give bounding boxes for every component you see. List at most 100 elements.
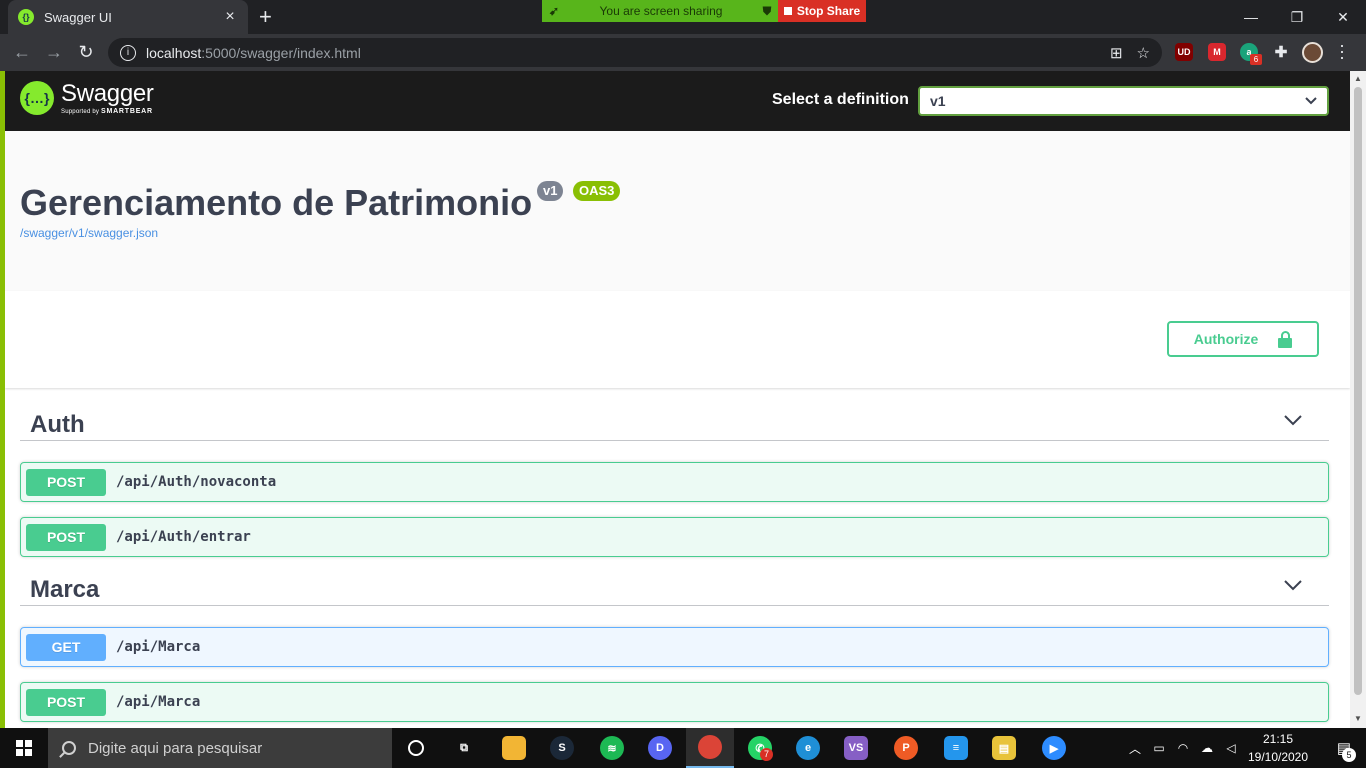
start-button[interactable] (0, 728, 48, 768)
close-window-button[interactable]: ✕ (1320, 0, 1366, 34)
app-yellow-taskbar-button[interactable]: ▤ (980, 728, 1028, 768)
chrome-taskbar-button[interactable] (686, 728, 734, 768)
ublock-extension-icon[interactable]: UD (1175, 43, 1193, 61)
stop-icon (783, 7, 792, 15)
whatsapp-badge: 7 (760, 748, 773, 761)
scroll-down-icon[interactable]: ▼ (1350, 714, 1366, 723)
whatsapp-taskbar-button[interactable]: ✆ (736, 728, 784, 768)
bookmark-star-icon[interactable]: ☆ (1137, 44, 1150, 62)
search-placeholder: Digite aqui para pesquisar (88, 739, 263, 757)
spotify-taskbar-button[interactable]: ≋ (588, 728, 636, 768)
cortana-icon[interactable] (392, 728, 440, 768)
clock-time: 21:15 (1262, 732, 1294, 746)
method-badge: GET (26, 633, 106, 661)
puzzle-extensions-icon[interactable]: ✚ (1272, 43, 1290, 61)
tag-marca-header[interactable]: Marca (20, 561, 1329, 606)
docker-taskbar-button[interactable]: ≡ (932, 728, 980, 768)
smartbear-text: SMARTBEAR (100, 107, 153, 115)
definition-label: Select a definition (772, 91, 909, 108)
url-path: :5000/swagger/index.html (201, 44, 361, 61)
swagger-logo[interactable]: {…} Swagger Supported by SMARTBEAR (20, 81, 154, 115)
windows-logo-icon (16, 740, 32, 756)
windows-taskbar: Digite aqui para pesquisar ⧉ S ≋ D ✆ e VS P ≡ ▤ ▶ … (0, 728, 1366, 768)
edge-icon: e (796, 736, 820, 760)
postman-taskbar-button[interactable]: P (882, 728, 930, 768)
task-view-icon: ⧉ (452, 736, 476, 760)
stop-share-label: Stop Share (796, 4, 861, 18)
operation-path: /api/Auth/entrar (116, 529, 251, 545)
operation-post-entrar[interactable]: POST /api/Auth/entrar (20, 517, 1329, 557)
authorize-label: Authorize (1193, 331, 1259, 347)
supported-by-text: Supported by (61, 108, 100, 115)
zoom-taskbar-button[interactable]: ▶ (1030, 728, 1078, 768)
search-icon (62, 741, 76, 755)
scrollbar-thumb[interactable] (1354, 87, 1362, 695)
swagger-favicon-icon: {} (18, 9, 34, 25)
swagger-topbar: {…} Swagger Supported by SMARTBEAR Selec… (5, 71, 1350, 131)
action-center-button[interactable]: ▤ 5 (1322, 728, 1366, 768)
tab-close-icon[interactable]: × (222, 8, 238, 26)
share-app-icon: ➹ (548, 4, 560, 18)
spec-json-link[interactable]: /swagger/v1/swagger.json (20, 226, 158, 240)
method-badge: POST (26, 468, 106, 496)
taskbar-search[interactable]: Digite aqui para pesquisar (48, 728, 392, 768)
battery-icon[interactable]: ▭ (1148, 728, 1170, 768)
chevron-down-icon (1305, 97, 1317, 105)
edge-taskbar-button[interactable]: e (784, 728, 832, 768)
shield-icon: ⛊ (762, 3, 772, 18)
browser-tab[interactable]: {} Swagger UI × (8, 0, 248, 34)
more-menu-icon[interactable]: · · · (1337, 36, 1347, 66)
mega-extension-icon[interactable]: M (1208, 43, 1226, 61)
unlock-icon (1278, 331, 1293, 348)
reload-icon[interactable]: ↻ (74, 40, 98, 64)
new-tab-button[interactable]: + (259, 5, 272, 29)
docker-icon: ≡ (944, 736, 968, 760)
swagger-brand: Swagger (61, 79, 154, 107)
operation-path: /api/Marca (116, 694, 201, 710)
notification-count: 5 (1342, 748, 1356, 762)
browser-toolbar: ← → ↻ i localhost:5000/swagger/index.htm… (0, 34, 1366, 71)
definition-select[interactable]: v1 (918, 86, 1329, 116)
page-title: Gerenciamento de Patrimonio (20, 182, 533, 223)
info-icon[interactable]: i (120, 44, 136, 61)
method-badge: POST (26, 688, 106, 716)
swagger-logo-icon: {…} (20, 81, 54, 115)
task-view-taskbar-button[interactable]: ⧉ (440, 728, 488, 768)
file-explorer-taskbar-button[interactable] (490, 728, 538, 768)
steam-taskbar-button[interactable]: S (538, 728, 586, 768)
authorize-button[interactable]: Authorize (1167, 321, 1319, 357)
operation-path: /api/Marca (116, 639, 201, 655)
operation-path: /api/Auth/novaconta (116, 474, 277, 490)
operation-get-marca[interactable]: GET /api/Marca (20, 627, 1329, 667)
page-viewport: {…} Swagger Supported by SMARTBEAR Selec… (5, 71, 1350, 728)
version-badge: v1 (537, 181, 564, 201)
tag-auth-header[interactable]: Auth (20, 396, 1329, 441)
scroll-up-icon[interactable]: ▲ (1350, 74, 1366, 83)
system-clock[interactable]: 21:15 19/10/2020 (1244, 730, 1312, 766)
discord-icon: D (648, 736, 672, 760)
forward-arrow-icon[interactable]: → (42, 40, 66, 64)
visual-studio-icon: VS (844, 736, 868, 760)
address-bar[interactable]: i localhost:5000/swagger/index.html ⊞ ☆ (108, 38, 1162, 67)
tray-expand-icon[interactable]: ︿ (1124, 728, 1146, 768)
back-arrow-icon[interactable]: ← (10, 40, 34, 64)
discord-taskbar-button[interactable]: D (636, 728, 684, 768)
minimize-button[interactable]: — (1228, 0, 1274, 34)
chevron-down-icon[interactable] (1283, 413, 1303, 427)
operation-post-marca[interactable]: POST /api/Marca (20, 682, 1329, 722)
volume-icon[interactable]: ◁ (1220, 728, 1242, 768)
visual-studio-taskbar-button[interactable]: VS (832, 728, 880, 768)
translate-icon[interactable]: ⊞ (1110, 44, 1123, 62)
vertical-scrollbar[interactable]: ▲ ▼ (1350, 71, 1366, 728)
profile-avatar[interactable] (1302, 42, 1323, 63)
tab-title: Swagger UI (44, 9, 112, 25)
postman-icon: P (894, 736, 918, 760)
operation-post-novaconta[interactable]: POST /api/Auth/novaconta (20, 462, 1329, 502)
stop-share-button[interactable]: Stop Share (778, 0, 866, 22)
wifi-icon[interactable]: ◠ (1172, 728, 1194, 768)
onedrive-icon[interactable]: ☁ (1196, 728, 1218, 768)
maximize-button[interactable]: ❐ (1274, 0, 1320, 34)
title-bar: {} Swagger UI × + ➹ You are screen shari… (0, 0, 1366, 34)
clock-date: 19/10/2020 (1247, 750, 1309, 764)
chevron-down-icon[interactable] (1283, 578, 1303, 592)
